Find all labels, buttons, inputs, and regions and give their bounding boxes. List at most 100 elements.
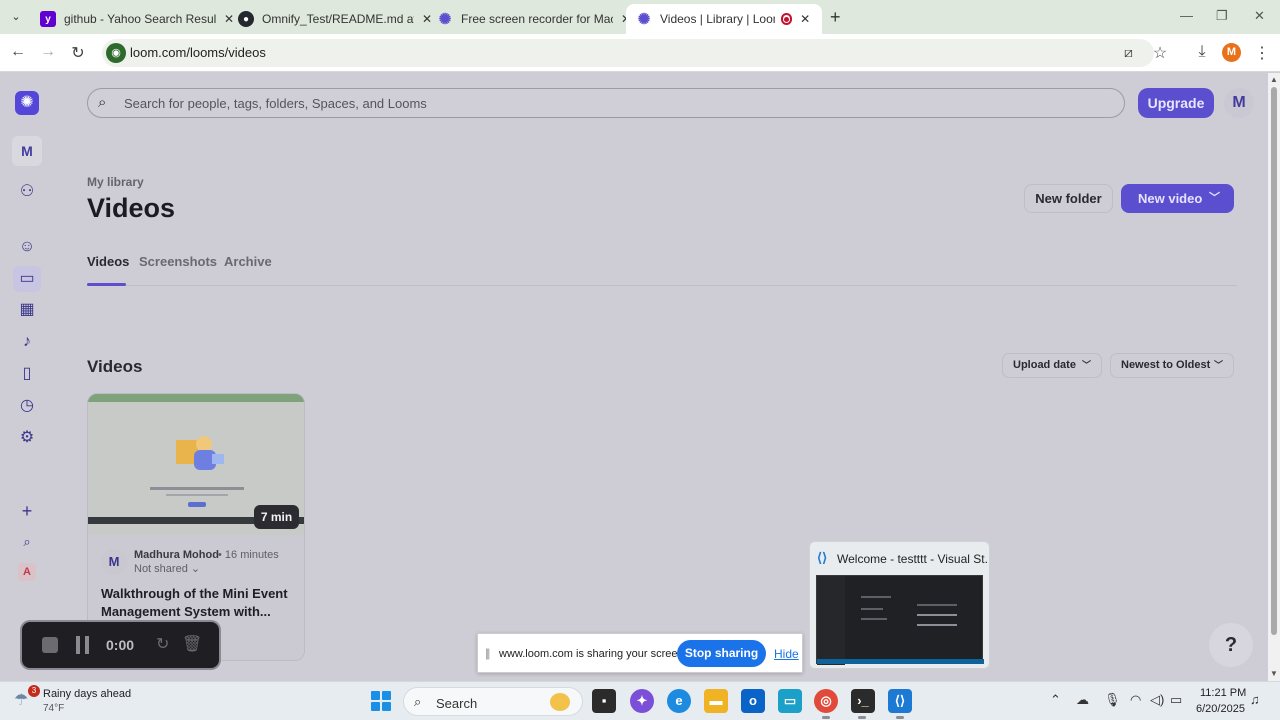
forward-icon[interactable]: → xyxy=(38,43,58,61)
url-text: loom.com/looms/videos xyxy=(130,45,266,60)
show-hidden-icons-icon[interactable]: ⌃ xyxy=(1050,692,1061,708)
browser-tab-loom-recorder[interactable]: ✺ Free screen recorder for Mac an ✕ xyxy=(427,4,643,34)
copilot-icon[interactable]: ✦ xyxy=(630,689,654,713)
tab-archive[interactable]: Archive xyxy=(224,254,272,269)
trash-icon[interactable]: 🗑 xyxy=(182,634,202,654)
close-window-icon[interactable]: ✕ xyxy=(1254,8,1265,24)
restore-icon[interactable]: ❐ xyxy=(1216,8,1228,24)
cast-blocked-icon[interactable]: ⧄ xyxy=(1124,44,1133,61)
back-icon[interactable]: ← xyxy=(8,43,28,61)
browser-tab-yahoo[interactable]: y github - Yahoo Search Results ✕ xyxy=(30,4,246,34)
terminal-running-indicator xyxy=(858,716,866,719)
yahoo-favicon-icon: y xyxy=(40,11,56,27)
search-icon[interactable]: ⌕ xyxy=(16,531,38,553)
preview-line xyxy=(917,614,957,616)
github-favicon-icon: ● xyxy=(238,11,254,27)
windows-start-icon[interactable] xyxy=(371,691,391,711)
tab-screenshots[interactable]: Screenshots xyxy=(139,254,217,269)
breadcrumb[interactable]: My library xyxy=(87,175,144,189)
sort-order-dropdown[interactable]: Newest to Oldest ﹀ xyxy=(1110,353,1234,378)
file-explorer-icon[interactable]: ▬ xyxy=(704,689,728,713)
new-folder-button[interactable]: New folder xyxy=(1024,184,1113,213)
tab-search-icon[interactable]: ⌄ xyxy=(6,7,26,27)
browser-menu-icon[interactable]: ⋮ xyxy=(1252,43,1272,63)
vscode-window-preview[interactable]: ⟨⟩ Welcome - testttt - Visual St... xyxy=(809,541,990,669)
thumbnail-text-line xyxy=(150,487,244,490)
search-highlight-icon xyxy=(550,693,570,711)
search-input[interactable]: ⌕ Search for people, tags, folders, Spac… xyxy=(87,88,1125,118)
upgrade-button[interactable]: Upgrade xyxy=(1138,88,1214,118)
restart-icon[interactable]: ↻ xyxy=(156,634,169,654)
profile-icon[interactable]: ☺ xyxy=(16,236,38,258)
volume-icon[interactable]: ◁) xyxy=(1150,692,1164,708)
browser-tab-github[interactable]: ● Omnify_Test/README.md at m ✕ xyxy=(228,4,444,34)
user-avatar[interactable]: M xyxy=(1224,88,1254,118)
onedrive-icon[interactable]: ☁ xyxy=(1076,692,1089,708)
drag-handle-icon[interactable]: ||| xyxy=(485,646,491,660)
weather-title[interactable]: Rainy days ahead xyxy=(43,688,131,700)
stop-recording-icon[interactable] xyxy=(42,637,58,653)
task-view-icon[interactable]: ▪ xyxy=(592,689,616,713)
bookmark-star-icon[interactable]: ☆ xyxy=(1150,43,1170,63)
clock-date[interactable]: 6/20/2025 xyxy=(1196,703,1245,715)
tab-videos[interactable]: Videos xyxy=(87,254,129,269)
browser-profile-avatar[interactable]: M xyxy=(1222,43,1241,62)
taskbar-search-label: Search xyxy=(436,696,478,711)
download-icon[interactable]: ⤓ xyxy=(1192,43,1212,61)
notification-bell-icon[interactable]: ♫ xyxy=(1250,692,1260,707)
new-tab-icon[interactable]: + xyxy=(830,7,841,28)
active-tab-indicator xyxy=(87,283,126,286)
address-bar[interactable]: ◉ loom.com/looms/videos ⧄ xyxy=(102,39,1154,67)
terminal-icon[interactable]: ›_ xyxy=(851,689,875,713)
scroll-down-icon[interactable]: ▼ xyxy=(1270,669,1278,678)
stop-sharing-button[interactable]: Stop sharing xyxy=(677,640,766,667)
add-icon[interactable]: + xyxy=(16,500,38,522)
scroll-thumb[interactable] xyxy=(1271,87,1277,635)
edge-icon[interactable]: e xyxy=(667,689,691,713)
settings-gear-icon[interactable]: ⚙ xyxy=(16,427,38,449)
calendar-icon[interactable]: ▦ xyxy=(16,299,38,321)
vscode-running-indicator xyxy=(896,716,904,719)
chrome-icon[interactable]: ◎ xyxy=(814,689,838,713)
weather-rain-icon[interactable]: ☂ xyxy=(14,690,28,710)
sort-field-dropdown[interactable]: Upload date ﹀ xyxy=(1002,353,1102,378)
page-scrollbar[interactable]: ▲ ▼ xyxy=(1268,73,1280,681)
reload-icon[interactable]: ↻ xyxy=(68,43,88,63)
minimize-icon[interactable]: — xyxy=(1180,8,1193,23)
vscode-taskbar-icon[interactable]: ⟨⟩ xyxy=(888,689,912,713)
microphone-icon[interactable]: 🎙 xyxy=(1104,692,1121,708)
workspace-avatar[interactable]: M xyxy=(12,136,42,166)
close-tab-icon[interactable]: ✕ xyxy=(798,12,812,26)
scroll-up-icon[interactable]: ▲ xyxy=(1270,75,1278,84)
video-card[interactable]: 7 min M Madhura Mohod • 16 minutes Not s… xyxy=(87,393,305,661)
library-icon[interactable]: ▭ xyxy=(13,266,41,292)
chevron-down-icon: ﹀ xyxy=(1213,360,1223,370)
preview-line xyxy=(917,624,957,626)
new-video-button[interactable]: New video ﹀ xyxy=(1121,184,1234,213)
remote-desktop-icon[interactable]: ▭ xyxy=(778,689,802,713)
owner-name[interactable]: Madhura Mohod xyxy=(134,549,219,561)
chrome-running-indicator xyxy=(822,716,830,719)
wifi-icon[interactable]: ◠ xyxy=(1130,692,1141,708)
library-tabs: Videos Screenshots Archive xyxy=(87,253,1237,286)
battery-icon[interactable]: ▭ xyxy=(1170,692,1182,708)
video-thumbnail[interactable]: 7 min xyxy=(88,394,304,535)
hide-link[interactable]: Hide xyxy=(774,647,799,661)
workspace-badge[interactable]: A xyxy=(18,563,36,581)
browser-tab-loom-library[interactable]: ✺ Videos | Library | Loom ✕ xyxy=(626,4,822,34)
clock-time[interactable]: 11:21 PM xyxy=(1200,687,1246,699)
site-info-icon[interactable]: ◉ xyxy=(106,43,126,63)
invite-user-icon[interactable]: ⚇ xyxy=(16,181,38,203)
loom-logo-icon[interactable]: ✺ xyxy=(15,91,39,115)
help-button[interactable]: ? xyxy=(1209,623,1253,667)
windows-taskbar: ☂ 3 Rainy days ahead 74°F ⌕ Search ▪ ✦ e… xyxy=(0,681,1280,720)
taskbar-search-input[interactable]: ⌕ Search xyxy=(403,687,583,716)
share-status-dropdown[interactable]: Not shared ⌄ xyxy=(134,562,200,575)
bookmark-icon[interactable]: ▯ xyxy=(16,363,38,385)
video-title[interactable]: Walkthrough of the Mini Event Management… xyxy=(101,585,296,621)
outlook-icon[interactable]: o xyxy=(741,689,765,713)
history-clock-icon[interactable]: ◷ xyxy=(16,395,38,417)
pause-icon[interactable] xyxy=(76,636,90,654)
notifications-bell-icon[interactable]: ♪ xyxy=(16,331,38,353)
preview-sidebar xyxy=(817,576,845,665)
